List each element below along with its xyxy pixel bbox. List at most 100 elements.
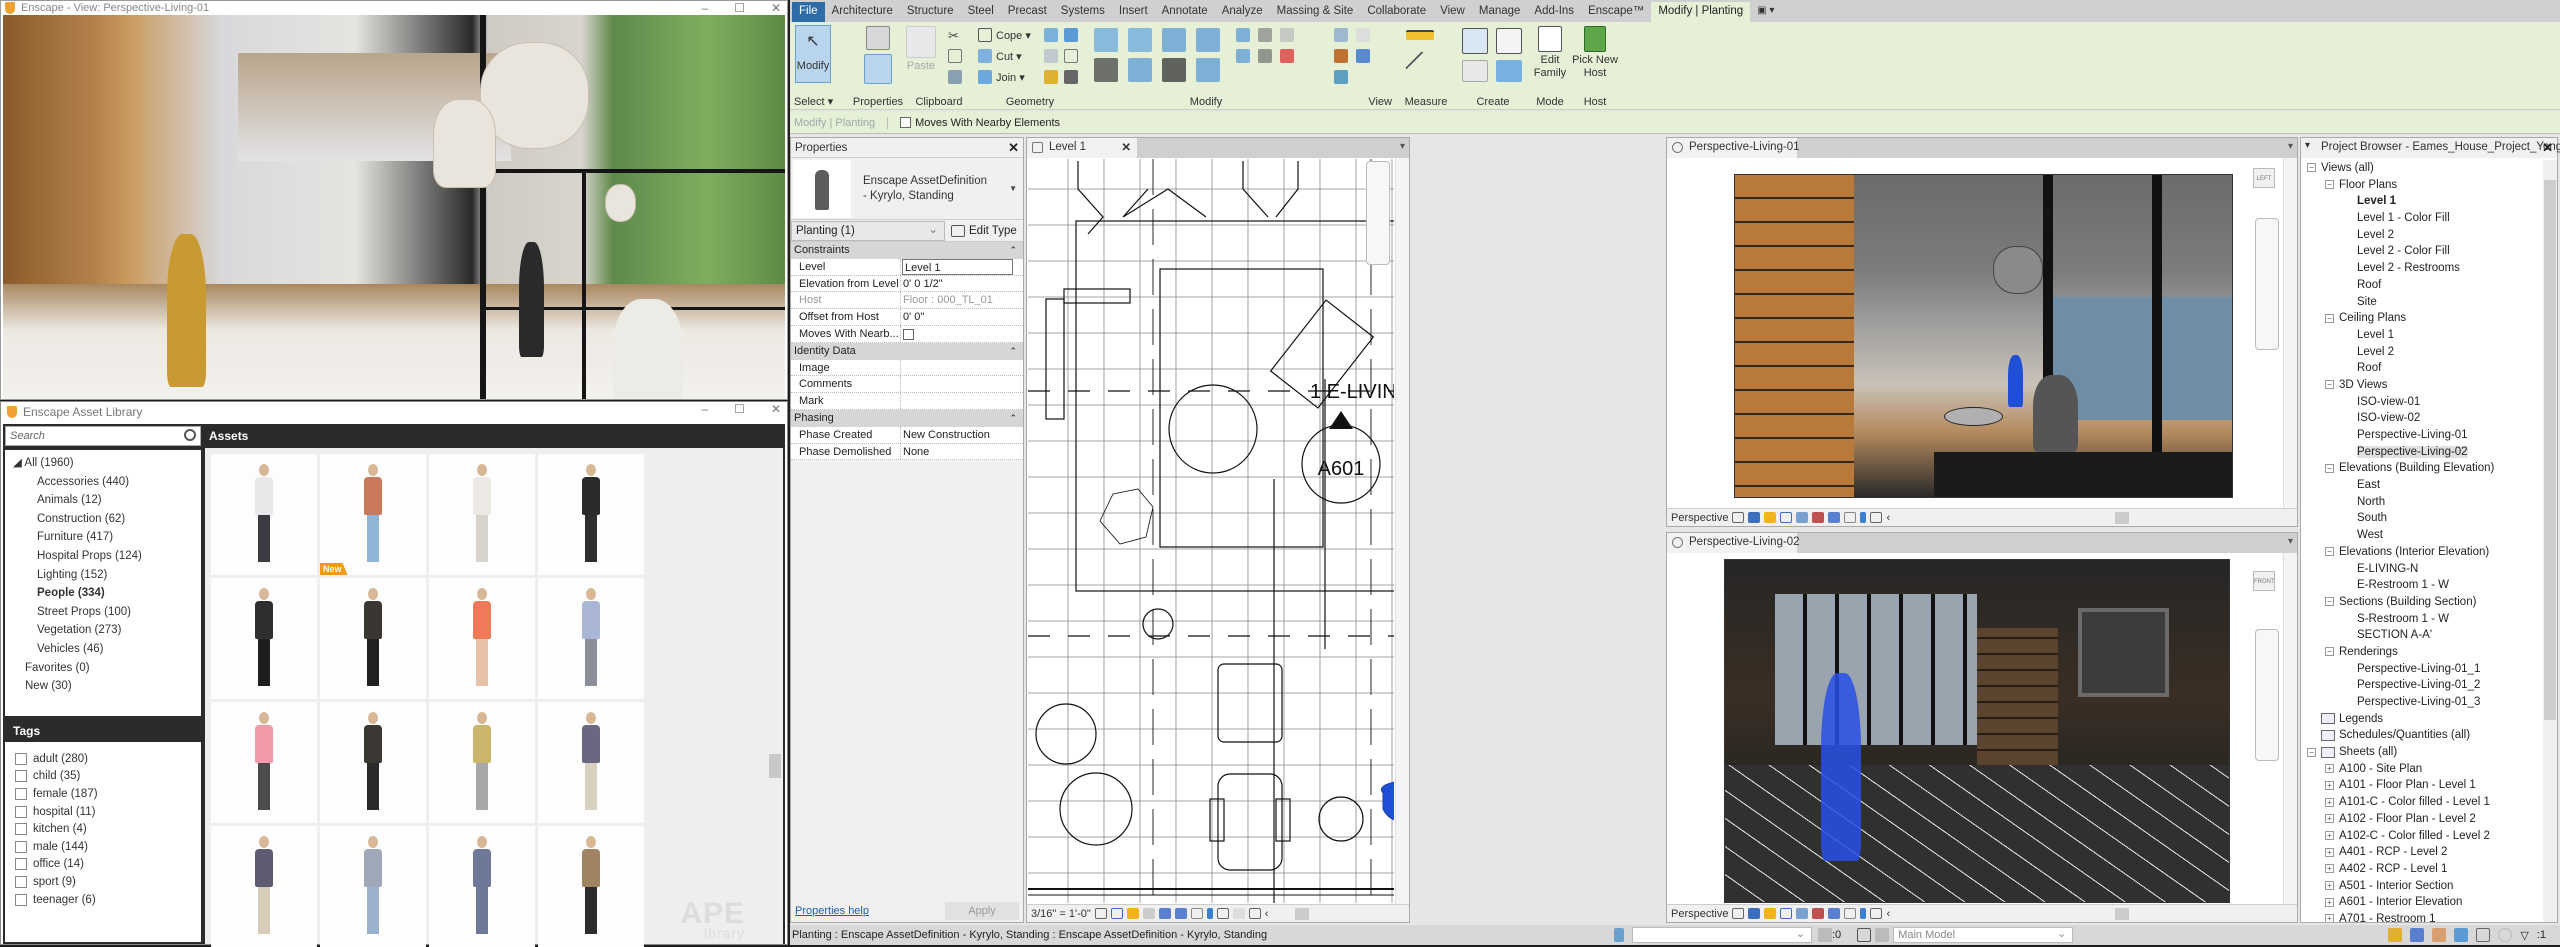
tab-menu-icon[interactable]: ▾	[2288, 141, 2293, 152]
browser-item[interactable]: ISO-view-02	[2301, 410, 2543, 427]
browser-item[interactable]: + A401 - RCP - Level 2	[2301, 844, 2543, 861]
copy-icon[interactable]	[948, 49, 962, 63]
expand-icon[interactable]: +	[2325, 764, 2334, 774]
temp-hide-icon[interactable]	[1860, 512, 1867, 523]
assets-scrollbar[interactable]	[769, 464, 781, 942]
tag-item[interactable]: male (144)	[15, 838, 201, 856]
edit-family-button[interactable]: Edit Family	[1532, 26, 1568, 80]
asset-search-input[interactable]: Search	[5, 426, 201, 446]
browser-item[interactable]: − Ceiling Plans	[2301, 310, 2543, 327]
ribbon-tab-annotate[interactable]: Annotate	[1155, 2, 1215, 22]
asset-card[interactable]	[211, 702, 317, 823]
asset-card[interactable]	[538, 826, 644, 947]
collapse-icon[interactable]: −	[2325, 547, 2334, 557]
minimize-button[interactable]: –	[701, 1, 708, 15]
scroll-left-icon[interactable]: ‹	[1886, 908, 1890, 920]
project-browser-scrollbar[interactable]	[2543, 160, 2557, 922]
offset-icon[interactable]	[1128, 28, 1152, 52]
temp-hide-icon[interactable]	[1860, 908, 1867, 919]
tag-checkbox[interactable]	[15, 840, 27, 853]
asset-card[interactable]	[538, 578, 644, 699]
expand-icon[interactable]: +	[2325, 830, 2334, 840]
exclude-options-icon[interactable]	[1875, 928, 1890, 942]
browser-item[interactable]: Level 2 - Color Fill	[2301, 243, 2543, 260]
tag-item[interactable]: child (35)	[15, 768, 201, 786]
create-group-icon[interactable]	[1496, 60, 1522, 82]
browser-item[interactable]: + A501 - Interior Section	[2301, 878, 2543, 895]
browser-item[interactable]: North	[2301, 494, 2543, 511]
browser-item[interactable]: + A601 - Interior Elevation	[2301, 894, 2543, 911]
category-item[interactable]: People (334)	[5, 584, 201, 603]
collapse-icon[interactable]: −	[2307, 747, 2316, 757]
sun-path-icon[interactable]	[1126, 908, 1139, 919]
filter-icon[interactable]: ▽	[2520, 929, 2528, 942]
category-item[interactable]: Hospital Props (124)	[5, 547, 201, 566]
crop-view-icon[interactable]	[1158, 908, 1171, 919]
collapse-icon[interactable]: −	[2325, 380, 2334, 390]
show-crop-icon[interactable]	[1828, 512, 1841, 523]
asset-card[interactable]	[211, 578, 317, 699]
instance-filter-dropdown[interactable]: Planting (1)	[791, 220, 945, 241]
detail-level-icon[interactable]	[1732, 908, 1745, 919]
chevron-down-icon[interactable]: ▼	[1009, 184, 1017, 193]
tag-checkbox[interactable]	[15, 858, 27, 871]
create-parts-icon[interactable]	[1462, 60, 1488, 82]
tab-perspective-living-02[interactable]: Perspective-Living-02	[1667, 533, 1800, 553]
wall-joins-icon[interactable]	[1044, 28, 1058, 42]
lock-3d-icon[interactable]	[1844, 512, 1857, 523]
asset-card[interactable]	[429, 826, 535, 947]
viewcube[interactable]: LEFT	[2253, 168, 2275, 188]
browser-item[interactable]: + A102-C - Color filled - Level 2	[2301, 828, 2543, 845]
ribbon-tab-manage[interactable]: Manage	[1472, 2, 1528, 22]
measure-icon[interactable]	[1406, 30, 1434, 40]
search-icon[interactable]	[184, 429, 196, 441]
category-item[interactable]: New (30)	[5, 677, 201, 696]
browser-item[interactable]: + A101-C - Color filled - Level 1	[2301, 794, 2543, 811]
browser-item[interactable]: − Elevations (Building Elevation)	[2301, 460, 2543, 477]
tag-item[interactable]: office (14)	[15, 856, 201, 874]
collapse-icon[interactable]: −	[2307, 163, 2316, 173]
asset-card[interactable]	[429, 454, 535, 575]
view-1-horizontal-scrollbar[interactable]	[1982, 512, 2277, 524]
visual-style-icon[interactable]	[1748, 908, 1761, 919]
ribbon-tab-enscape[interactable]: Enscape™	[1581, 2, 1651, 22]
browser-item[interactable]: Perspective-Living-02	[2301, 444, 2543, 461]
browser-item[interactable]: Site	[2301, 294, 2543, 311]
array-icon[interactable]	[1236, 49, 1250, 63]
expand-icon[interactable]: +	[2325, 914, 2334, 922]
editable-only-icon[interactable]	[1818, 928, 1832, 942]
cut-geometry-button[interactable]: Cut ▾	[978, 49, 1022, 63]
category-item[interactable]: Street Props (100)	[5, 603, 201, 622]
browser-item[interactable]: + A701 - Restroom 1	[2301, 911, 2543, 922]
create-assembly-icon[interactable]	[1462, 28, 1488, 54]
trim-extend-icon[interactable]	[1196, 58, 1220, 82]
override-graphics-icon[interactable]	[1356, 49, 1370, 63]
rotate-icon[interactable]	[1162, 58, 1186, 82]
category-item[interactable]: Vegetation (273)	[5, 621, 201, 640]
asset-card[interactable]	[429, 578, 535, 699]
viewcube[interactable]: FRONT	[2253, 571, 2275, 591]
properties-help-link[interactable]: Properties help	[795, 905, 869, 917]
browser-item[interactable]: −3D Views	[2301, 377, 2543, 394]
selected-person-planting[interactable]	[1380, 780, 1394, 821]
browser-item[interactable]: E-LIVING-N	[2301, 561, 2543, 578]
select-links-icon[interactable]	[2388, 928, 2403, 942]
browser-item[interactable]: Perspective-Living-01_2	[2301, 677, 2543, 694]
close-button[interactable]: ✕	[771, 402, 781, 416]
category-item[interactable]: Accessories (440)	[5, 473, 201, 492]
match-properties-icon[interactable]	[948, 70, 962, 84]
view-1-vertical-scrollbar[interactable]	[2283, 158, 2297, 508]
hide-element-icon[interactable]	[1334, 70, 1348, 84]
moves-with-nearby-checkbox[interactable]	[900, 117, 912, 128]
tab-menu-icon[interactable]: ▾	[2288, 536, 2293, 547]
render-icon[interactable]	[1796, 908, 1809, 919]
property-group-header[interactable]: Constraints ⌃	[791, 242, 1023, 259]
browser-item[interactable]: East	[2301, 477, 2543, 494]
browser-item[interactable]: Level 1	[2301, 327, 2543, 344]
tag-checkbox[interactable]	[15, 893, 27, 906]
collapse-icon[interactable]: −	[2325, 313, 2334, 323]
browser-item[interactable]: Level 2 - Restrooms	[2301, 260, 2543, 277]
view-2-vertical-scrollbar[interactable]	[2283, 553, 2297, 904]
design-option-dropdown[interactable]: Main Model	[1893, 927, 2074, 943]
tag-item[interactable]: teenager (6)	[15, 891, 201, 909]
